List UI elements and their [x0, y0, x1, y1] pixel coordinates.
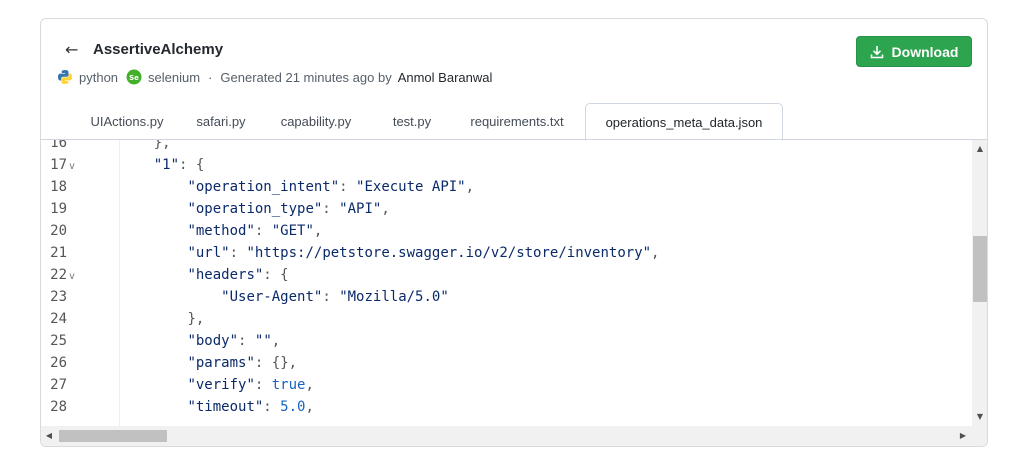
line-number: 26	[50, 355, 67, 371]
tab-requirements[interactable]: requirements.txt	[461, 103, 573, 140]
tag-python: python	[79, 69, 119, 85]
tab-capability[interactable]: capability.py	[273, 103, 359, 140]
code-text: "verify": true,	[187, 377, 314, 393]
vertical-scroll-thumb[interactable]	[973, 236, 987, 302]
code-text: "url": "https://petstore.swagger.io/v2/s…	[187, 245, 660, 261]
line-number: 27	[50, 377, 67, 393]
scroll-left-icon[interactable]: ◀	[41, 429, 57, 443]
code-text: },	[187, 311, 205, 327]
line-number: 18	[50, 179, 67, 195]
download-button[interactable]: Download	[856, 36, 972, 67]
file-tabs: UIActions.py safari.py capability.py tes…	[41, 103, 987, 141]
horizontal-scroll-thumb[interactable]	[59, 430, 167, 442]
code-line: 17 v "1": {	[41, 154, 971, 176]
code-line: 18 "operation_intent": "Execute API",	[41, 176, 971, 198]
line-number: 22	[50, 267, 67, 283]
scrollbar-corner	[972, 426, 987, 446]
fold-toggle-icon[interactable]: v	[69, 156, 75, 178]
gutter-separator	[119, 140, 120, 426]
line-number: 25	[50, 333, 67, 349]
line-number: 28	[50, 399, 67, 415]
code-text: "params": {},	[187, 355, 298, 371]
line-number: 24	[50, 311, 67, 327]
tab-operations-meta-data[interactable]: operations_meta_data.json	[585, 103, 783, 141]
code-text: "operation_type": "API",	[187, 201, 390, 217]
tag-selenium: selenium	[148, 69, 201, 85]
line-number: 20	[50, 223, 67, 239]
tab-uiactions[interactable]: UIActions.py	[74, 103, 180, 140]
scroll-right-icon[interactable]: ▶	[955, 429, 971, 443]
line-number: 17	[50, 157, 67, 173]
scroll-down-icon[interactable]: ▼	[972, 410, 987, 424]
code-line: 28 "timeout": 5.0,	[41, 396, 971, 418]
generated-text: Generated 21 minutes ago by	[220, 69, 392, 85]
file-viewer-card: ← AssertiveAlchemy python Se selenium · …	[40, 18, 988, 447]
code-text: "operation_intent": "Execute API",	[187, 179, 475, 195]
tab-test[interactable]: test.py	[385, 103, 439, 140]
code-line: 22 v "headers": {	[41, 264, 971, 286]
code-text: "User-Agent": "Mozilla/5.0"	[221, 289, 449, 305]
horizontal-scrollbar[interactable]: ◀ ▶	[41, 426, 972, 446]
line-number: 23	[50, 289, 67, 305]
scroll-up-icon[interactable]: ▲	[972, 142, 987, 156]
fold-toggle-icon[interactable]: v	[69, 266, 75, 288]
python-logo-icon	[57, 69, 73, 85]
back-arrow-icon[interactable]: ←	[65, 41, 83, 59]
code-line: 20 "method": "GET",	[41, 220, 971, 242]
code-line: 26 "params": {},	[41, 352, 971, 374]
vertical-scrollbar[interactable]: ▲ ▼	[972, 140, 987, 426]
download-icon	[870, 45, 883, 58]
code-text: "body": "",	[187, 333, 281, 349]
code-line: 25 "body": "",	[41, 330, 971, 352]
code-text: "method": "GET",	[187, 223, 323, 239]
project-title: AssertiveAlchemy	[93, 41, 224, 58]
svg-text:Se: Se	[129, 74, 139, 82]
code-text: },	[153, 140, 171, 151]
code-editor[interactable]: 16 }, 17 v "1": {18 "operation_intent": "E…	[41, 140, 971, 426]
code-text: "headers": {	[187, 267, 289, 283]
code-line: 24 },	[41, 308, 971, 330]
line-number: 16	[50, 140, 67, 151]
project-meta: python Se selenium · Generated 21 minute…	[57, 69, 492, 85]
code-line: 16 },	[41, 140, 971, 154]
code-line: 19 "operation_type": "API",	[41, 198, 971, 220]
code-text: "timeout": 5.0,	[187, 399, 314, 415]
selenium-logo-icon: Se	[126, 69, 142, 85]
author-name[interactable]: Anmol Baranwal	[398, 70, 493, 85]
code-line: 27 "verify": true,	[41, 374, 971, 396]
code-text: "1": {	[153, 157, 205, 173]
line-number: 19	[50, 201, 67, 217]
tab-safari[interactable]: safari.py	[188, 103, 254, 140]
meta-separator: ·	[208, 69, 213, 85]
download-label: Download	[891, 43, 959, 60]
code-line: 21 "url": "https://petstore.swagger.io/v…	[41, 242, 971, 264]
code-line: 23 "User-Agent": "Mozilla/5.0"	[41, 286, 971, 308]
line-number: 21	[50, 245, 67, 261]
